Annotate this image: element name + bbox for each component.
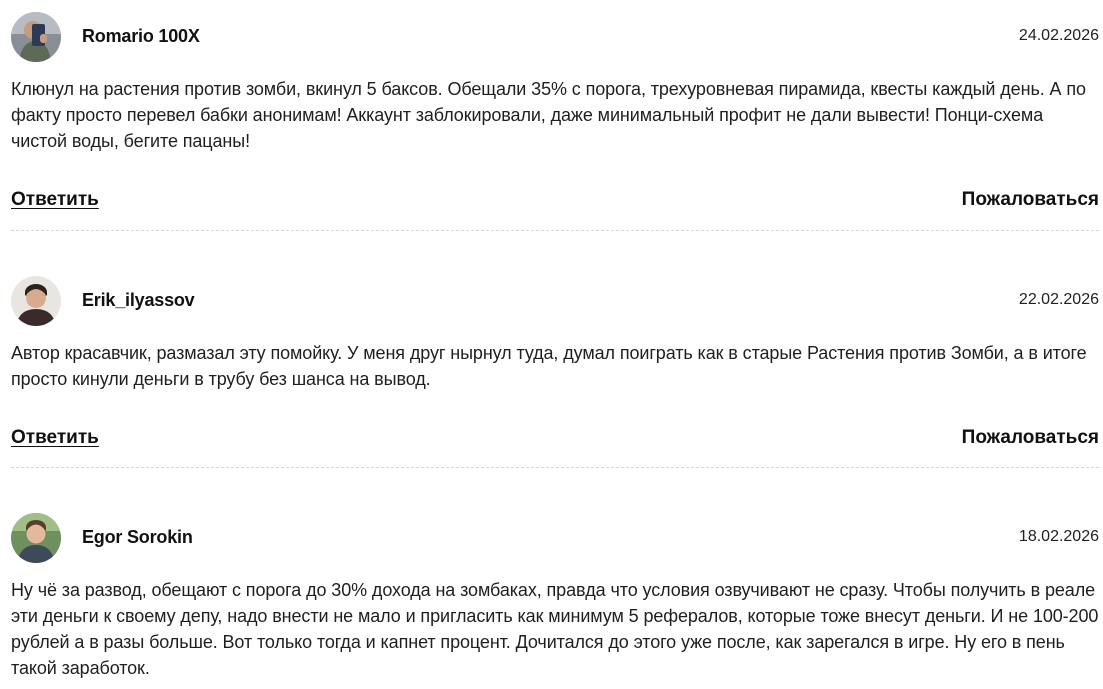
comment-date: 24.02.2026 [1018, 27, 1099, 44]
comment-header: Romario 100X 24.02.2026 [11, 12, 1099, 64]
divider [11, 230, 1099, 231]
author-name: Romario 100X [82, 26, 200, 46]
comment-date: 18.02.2026 [1018, 528, 1099, 545]
divider [11, 467, 1099, 468]
avatar[interactable] [11, 276, 61, 326]
comment-text: Автор красавчик, размазал эту помойку. У… [11, 343, 1087, 389]
comment-header: Egor Sorokin 18.02.2026 [11, 513, 1099, 565]
comment: Romario 100X 24.02.2026 Клюнул на растен… [11, 12, 1099, 219]
report-button[interactable]: Пожаловаться [962, 189, 1099, 211]
comment-actions: Ответить Пожаловаться [11, 189, 1099, 219]
author-name: Erik_ilyassov [82, 290, 195, 310]
comment-header: Erik_ilyassov 22.02.2026 [11, 276, 1099, 328]
reply-link[interactable]: Ответить [11, 189, 99, 211]
comment-text: Клюнул на растения против зомби, вкинул … [11, 79, 1086, 151]
comment-actions: Ответить Пожаловаться [11, 427, 1099, 457]
comment: Egor Sorokin 18.02.2026 Ну чё за развод,… [11, 513, 1099, 681]
avatar[interactable] [11, 513, 61, 563]
avatar[interactable] [11, 12, 61, 62]
comment: Erik_ilyassov 22.02.2026 Автор красавчик… [11, 276, 1099, 457]
comment-date: 22.02.2026 [1018, 291, 1099, 308]
reply-link[interactable]: Ответить [11, 427, 99, 449]
author-name: Egor Sorokin [82, 527, 193, 547]
comment-text: Ну чё за развод, обещают с порога до 30%… [11, 580, 1099, 678]
report-button[interactable]: Пожаловаться [962, 427, 1099, 449]
